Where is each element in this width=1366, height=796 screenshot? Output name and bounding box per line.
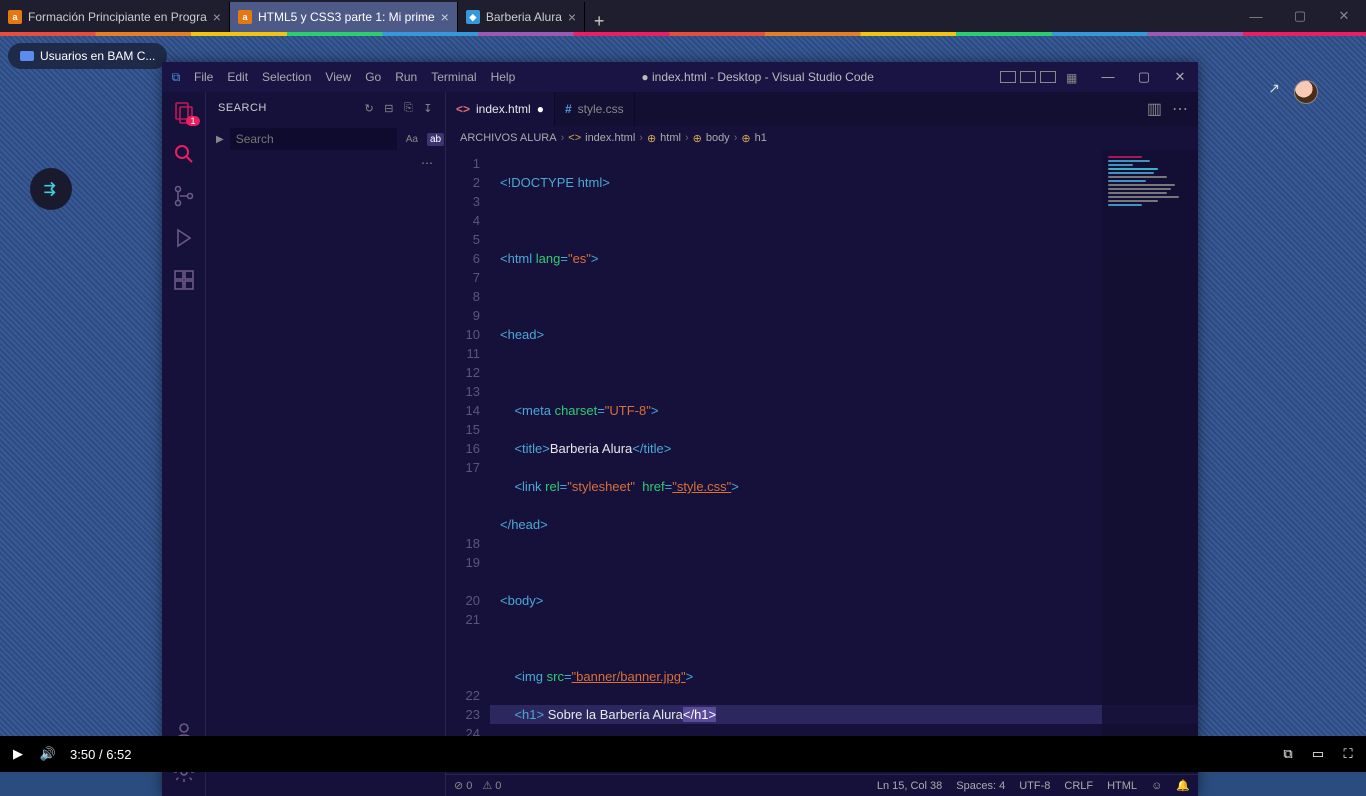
pip-icon[interactable]: ⧉ <box>1280 746 1296 762</box>
browser-tab-strip: aFormación Principiante en Progra× aHTML… <box>0 0 1366 32</box>
menu-file[interactable]: File <box>194 70 213 84</box>
breadcrumb[interactable]: ARCHIVOS ALURA› <>index.html› ⊕html› ⊕bo… <box>446 126 1198 150</box>
status-cursor[interactable]: Ln 15, Col 38 <box>877 780 942 792</box>
clear-icon[interactable]: ⊟ <box>384 102 394 115</box>
css-file-icon: # <box>565 102 572 116</box>
close-icon[interactable]: × <box>441 9 449 25</box>
search-icon[interactable] <box>172 142 196 166</box>
menu-run[interactable]: Run <box>395 70 417 84</box>
explorer-icon[interactable]: 1 <box>172 100 196 124</box>
play-icon[interactable]: ▶ <box>10 746 26 762</box>
vscode-minimize-button[interactable]: — <box>1090 69 1126 85</box>
bookmark-item[interactable]: Usuarios en BAM C... <box>8 43 167 69</box>
source-control-icon[interactable] <box>172 184 196 208</box>
vscode-maximize-button[interactable]: ▢ <box>1126 69 1162 85</box>
match-case-toggle[interactable]: Aa <box>403 133 421 146</box>
menu-help[interactable]: Help <box>491 70 516 84</box>
line-gutter: 1234567891011121314151617 1819 2021 2223… <box>446 150 490 774</box>
status-spaces[interactable]: Spaces: 4 <box>956 780 1005 792</box>
browser-tab[interactable]: ◆Barberia Alura× <box>458 2 585 32</box>
step-next-button[interactable] <box>30 168 72 210</box>
more-options-icon[interactable]: ⋯ <box>206 154 445 172</box>
share-icon[interactable]: ↗ <box>1268 80 1280 97</box>
wide-icon[interactable]: ▭ <box>1310 746 1326 762</box>
volume-icon[interactable]: 🔊 <box>40 746 56 762</box>
vscode-logo-icon: ⧉ <box>162 70 190 85</box>
avatar[interactable] <box>1294 80 1318 104</box>
browser-tab[interactable]: aHTML5 y CSS3 parte 1: Mi prime× <box>230 2 458 32</box>
html-file-icon: <> <box>568 132 581 144</box>
vscode-window: ⧉ File Edit Selection View Go Run Termin… <box>162 62 1198 796</box>
fullscreen-icon[interactable]: ⛶ <box>1340 746 1356 762</box>
match-word-toggle[interactable]: ab <box>427 133 444 146</box>
window-title: ● index.html - Desktop - Visual Studio C… <box>515 70 1000 84</box>
minimap[interactable] <box>1102 150 1198 774</box>
statusbar: ⊘ 0 ⚠ 0 Ln 15, Col 38 Spaces: 4 UTF-8 CR… <box>446 774 1198 796</box>
close-icon[interactable]: × <box>568 9 576 25</box>
editor-tab[interactable]: #style.css <box>555 92 635 126</box>
browser-tab[interactable]: aFormación Principiante en Progra× <box>0 2 230 32</box>
collapse-icon[interactable]: ↧ <box>423 102 433 115</box>
maximize-button[interactable]: ▢ <box>1278 0 1322 32</box>
status-language[interactable]: HTML <box>1107 780 1137 792</box>
sidebar-search: SEARCH ↻ ⊟ ⎘ ↧ ▶ Aa ab ·* <box>206 92 446 796</box>
status-errors[interactable]: ⊘ 0 <box>454 779 472 792</box>
more-actions-icon[interactable]: ⋯ <box>1172 99 1188 119</box>
layout-controls[interactable]: ▦ <box>1000 71 1090 83</box>
run-debug-icon[interactable] <box>172 226 196 250</box>
sidebar-title: SEARCH <box>218 102 267 114</box>
status-encoding[interactable]: UTF-8 <box>1019 780 1050 792</box>
element-icon: ⊕ <box>647 132 656 145</box>
status-feedback-icon[interactable]: ☺ <box>1151 780 1162 792</box>
menu-selection[interactable]: Selection <box>262 70 311 84</box>
vscode-titlebar: ⧉ File Edit Selection View Go Run Termin… <box>162 62 1198 92</box>
refresh-icon[interactable]: ↻ <box>365 102 375 115</box>
editor-tab[interactable]: <>index.html● <box>446 92 555 126</box>
chevron-right-icon[interactable]: ▶ <box>216 134 224 145</box>
search-input[interactable] <box>230 128 397 150</box>
menu-view[interactable]: View <box>325 70 351 84</box>
new-file-icon[interactable]: ⎘ <box>404 102 413 115</box>
activity-bar: 1 <box>162 92 206 796</box>
minimize-button[interactable]: — <box>1234 0 1278 32</box>
html-file-icon: <> <box>456 102 470 116</box>
status-warnings[interactable]: ⚠ 0 <box>482 779 501 792</box>
window-controls: — ▢ ✕ <box>1234 0 1366 32</box>
extensions-icon[interactable] <box>172 268 196 292</box>
modified-indicator: ● <box>537 102 544 116</box>
status-eol[interactable]: CRLF <box>1064 780 1093 792</box>
new-tab-button[interactable]: + <box>585 11 613 32</box>
split-editor-icon[interactable]: ▥ <box>1147 99 1162 119</box>
menu-edit[interactable]: Edit <box>227 70 248 84</box>
vscode-close-button[interactable]: ✕ <box>1162 69 1198 85</box>
status-bell-icon[interactable]: 🔔 <box>1176 779 1190 792</box>
element-icon: ⊕ <box>741 132 750 145</box>
video-controls: ▶ 🔊 3:50 / 6:52 ⧉ ▭ ⛶ <box>0 736 1366 772</box>
element-icon: ⊕ <box>693 132 702 145</box>
code-editor[interactable]: <!DOCTYPE html> <html lang="es"> <head> … <box>490 150 1198 774</box>
close-icon[interactable]: × <box>213 9 221 25</box>
menu-terminal[interactable]: Terminal <box>431 70 476 84</box>
close-button[interactable]: ✕ <box>1322 0 1366 32</box>
editor-tabs: <>index.html● #style.css ▥ ⋯ <box>446 92 1198 126</box>
video-time: 3:50 / 6:52 <box>70 747 132 762</box>
menu-go[interactable]: Go <box>365 70 381 84</box>
